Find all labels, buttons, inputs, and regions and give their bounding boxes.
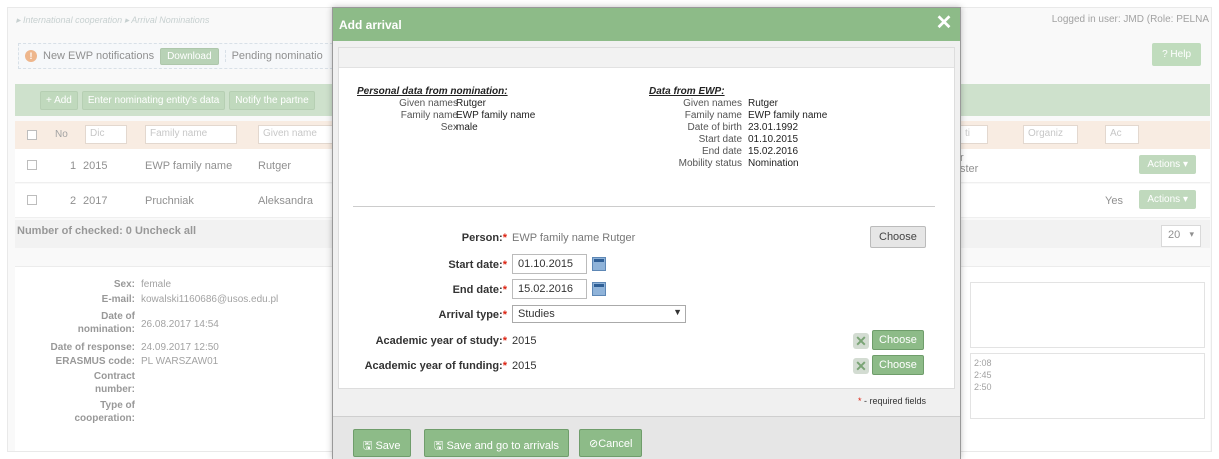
add-arrival-dialog: Add arrival ✕ Personal data from nominat… (332, 7, 961, 459)
chevron-down-icon: ▼ (673, 307, 682, 317)
ewp-status-value: Nomination (748, 158, 799, 169)
start-date-input[interactable]: 01.10.2015 (512, 254, 587, 274)
start-date-label: Start date:* (448, 259, 507, 271)
personal-family-label: Family name (400, 110, 458, 121)
personal-given-label: Given names (399, 98, 458, 109)
choose-study-year-button[interactable]: Choose (872, 330, 924, 350)
dialog-header: Add arrival (333, 8, 960, 41)
study-year-label: Academic year of study:* (375, 335, 507, 347)
ewp-end-label: End date (701, 146, 742, 157)
calendar-icon[interactable] (592, 257, 606, 271)
calendar-icon[interactable] (592, 282, 606, 296)
save-icon: 🖫 (434, 440, 444, 452)
cancel-icon: ⊘ (589, 438, 599, 450)
dialog-footer: 🖫 Save 🖫 Save and go to arrivals ⊘Cancel (333, 416, 960, 459)
clear-icon[interactable]: ✕ (853, 358, 869, 374)
ewp-start-label: Start date (698, 134, 742, 145)
ewp-family-label: Family name (684, 110, 742, 121)
end-date-input[interactable]: 15.02.2016 (512, 279, 587, 299)
ewp-dob-value: 23.01.1992 (748, 122, 799, 133)
save-icon: 🖫 (363, 440, 373, 452)
cancel-button[interactable]: ⊘Cancel (579, 429, 643, 457)
save-and-go-button[interactable]: 🖫 Save and go to arrivals (424, 429, 569, 457)
ewp-given-value: Rutger (748, 98, 779, 109)
required-note: * - required fields (857, 396, 926, 406)
choose-person-button[interactable]: Choose (870, 226, 926, 248)
personal-sex-value: male (456, 122, 478, 133)
ewp-data-title: Data from EWP: (649, 86, 725, 97)
close-icon[interactable]: ✕ (934, 13, 954, 34)
funding-year-label: Academic year of funding:* (364, 360, 507, 372)
person-value: EWP family name Rutger (512, 232, 636, 244)
dialog-title: Add arrival (339, 18, 402, 32)
personal-data-title: Personal data from nomination: (357, 86, 508, 97)
ewp-start-value: 01.10.2015 (748, 134, 799, 145)
ewp-end-value: 15.02.2016 (748, 146, 799, 157)
save-button[interactable]: 🖫 Save (353, 429, 411, 457)
study-year-value: 2015 (512, 335, 537, 347)
arrival-type-select[interactable]: Studies ▼ (512, 305, 686, 323)
ewp-family-value: EWP family name (748, 110, 828, 121)
end-date-label: End date:* (452, 284, 507, 296)
personal-family-value: EWP family name (456, 110, 536, 121)
person-label: Person:* (461, 232, 507, 244)
funding-year-value: 2015 (512, 360, 537, 372)
divider (353, 206, 935, 207)
choose-funding-year-button[interactable]: Choose (872, 355, 924, 375)
ewp-given-label: Given names (683, 98, 742, 109)
arrival-type-label: Arrival type:* (438, 309, 507, 321)
body-top-strip (339, 48, 954, 68)
ewp-dob-label: Date of birth (687, 122, 742, 133)
dialog-body: Personal data from nomination: Given nam… (338, 47, 955, 389)
ewp-status-label: Mobility status (678, 158, 742, 169)
clear-icon[interactable]: ✕ (853, 333, 869, 349)
personal-given-value: Rutger (456, 98, 487, 109)
